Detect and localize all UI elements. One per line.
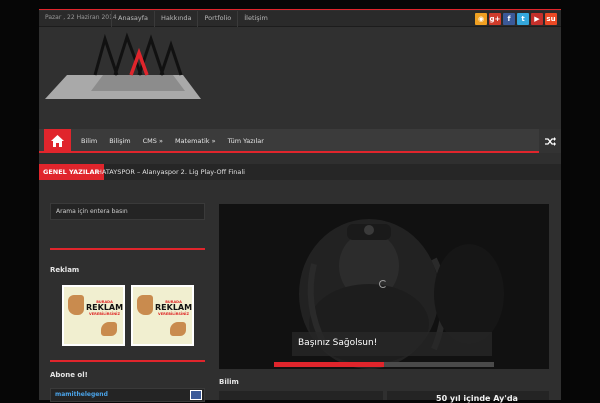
social-icons: ◉ g+ f t ▶ su — [475, 13, 557, 25]
stumbleupon-icon[interactable]: su — [545, 13, 557, 25]
nav-item-bilisim[interactable]: Bilişim — [103, 129, 136, 153]
youtube-icon[interactable]: ▶ — [531, 13, 543, 25]
top-nav-about[interactable]: Hakkında — [154, 11, 197, 27]
slider-progress — [274, 362, 494, 367]
top-nav: Anasayfa Hakkında Portfolio İletişim — [111, 11, 274, 27]
ad-banner[interactable]: BURADA REKLAM VEREBİLİRSİNİZ — [62, 285, 125, 346]
post-card[interactable] — [219, 391, 383, 400]
top-nav-contact[interactable]: İletişim — [237, 11, 274, 27]
pointing-hand-image — [137, 295, 153, 315]
ticker-headline[interactable]: HATAYSPOR – Alanyaspor 2. Lig Play-Off F… — [97, 168, 245, 176]
twitter-icon[interactable]: t — [517, 13, 529, 25]
facebook-icon[interactable]: f — [503, 13, 515, 25]
shuffle-icon — [544, 136, 556, 146]
category-title[interactable]: Bilim — [219, 378, 239, 386]
current-date: Pazar , 22 Haziran 2014 — [45, 14, 117, 21]
nav-item-all-posts[interactable]: Tüm Yazılar — [222, 129, 270, 153]
nav-item-cms[interactable]: CMS » — [137, 129, 169, 153]
slider-progress-fill — [274, 362, 384, 367]
ad-widget-title: Reklam — [50, 266, 80, 274]
ad-banner[interactable]: BURADA REKLAM VEREBİLİRSİNİZ — [131, 285, 194, 346]
subscribe-widget-title: Abone ol! — [50, 371, 88, 379]
avatar — [190, 390, 202, 400]
post-title[interactable]: 50 yıl içinde Ay'da — [436, 394, 518, 403]
loading-spinner-icon — [379, 280, 387, 288]
random-post-button[interactable] — [539, 129, 561, 153]
nav-item-matematik[interactable]: Matematik » — [169, 129, 222, 153]
google-plus-icon[interactable]: g+ — [489, 13, 501, 25]
pointing-hand-image — [170, 322, 186, 336]
top-nav-home[interactable]: Anasayfa — [111, 11, 154, 27]
rss-icon[interactable]: ◉ — [475, 13, 487, 25]
widget-divider — [50, 360, 205, 362]
widget-divider — [50, 248, 205, 250]
site-logo[interactable] — [45, 31, 205, 107]
sidebar-panel: Arama için entera basın Reklam BURADA RE… — [44, 197, 211, 402]
search-input[interactable]: Arama için entera basın — [50, 203, 205, 220]
featured-slider[interactable]: Başınız Sağolsun! — [219, 204, 549, 369]
site-header — [39, 27, 561, 129]
nav-item-bilim[interactable]: Bilim — [75, 129, 103, 153]
slide-caption[interactable]: Başınız Sağolsun! — [292, 332, 492, 356]
home-button[interactable] — [44, 129, 71, 153]
top-nav-portfolio[interactable]: Portfolio — [197, 11, 237, 27]
subscriber-name[interactable]: mamithelegend — [55, 391, 108, 398]
main-nav: Bilim Bilişim CMS » Matematik » Tüm Yazı… — [39, 129, 561, 153]
pointing-hand-image — [101, 322, 117, 336]
top-bar: Pazar , 22 Haziran 2014 Anasayfa Hakkınd… — [39, 11, 561, 27]
pointing-hand-image — [68, 295, 84, 315]
ad-text: BURADA REKLAM VEREBİLİRSİNİZ — [86, 300, 124, 316]
ticker-label: GENEL YAZILAR — [39, 164, 104, 180]
nav-items: Bilim Bilişim CMS » Matematik » Tüm Yazı… — [75, 129, 270, 153]
home-icon — [51, 135, 64, 147]
news-ticker: GENEL YAZILAR HATAYSPOR – Alanyaspor 2. … — [39, 164, 561, 180]
ad-text: BURADA REKLAM VEREBİLİRSİNİZ — [155, 300, 193, 316]
